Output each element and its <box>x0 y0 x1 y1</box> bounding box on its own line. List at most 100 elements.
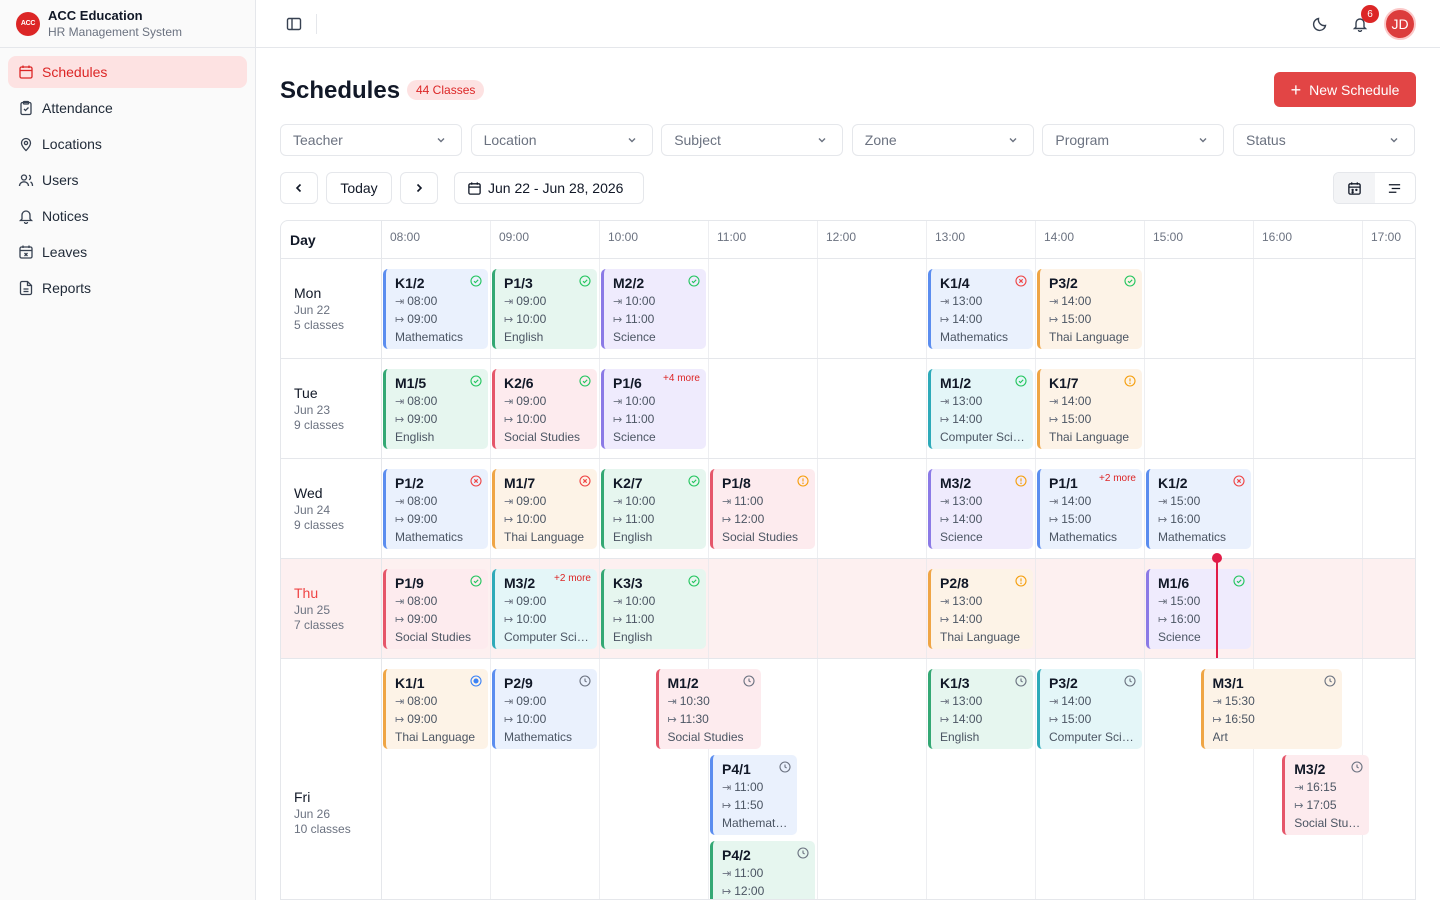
schedule-card[interactable]: P3/2 ⇥ 14:00 ↦ 15:00 Thai Language <box>1037 269 1142 349</box>
brand[interactable]: ACC ACC Education HR Management System <box>0 0 255 48</box>
new-schedule-button[interactable]: + New Schedule <box>1274 72 1416 107</box>
sidebar-item-schedules[interactable]: Schedules <box>8 56 247 88</box>
schedule-card[interactable]: K2/7 ⇥ 10:00 ↦ 11:00 English <box>601 469 706 549</box>
end-time: 09:00 <box>407 612 438 626</box>
schedule-card[interactable]: M3/1 ⇥ 15:30 ↦ 16:50 Art <box>1200 669 1342 749</box>
schedule-card[interactable]: P2/8 ⇥ 13:00 ↦ 14:00 Thai Language <box>928 569 1033 649</box>
schedule-card[interactable]: K2/6 ⇥ 09:00 ↦ 10:00 Social Studies <box>492 369 597 449</box>
login-icon: ⇥ <box>1158 596 1168 608</box>
schedule-card[interactable]: M1/6 ⇥ 15:00 ↦ 16:00 Science <box>1146 569 1251 649</box>
day-label: Thu Jun 25 7 classes <box>294 585 344 632</box>
schedule-card[interactable]: P1/3 ⇥ 09:00 ↦ 10:00 English <box>492 269 597 349</box>
schedule-card[interactable]: P4/2 ⇥ 11:00 ↦ 12:00 <box>710 841 815 899</box>
sidebar-item-locations[interactable]: Locations <box>8 128 247 160</box>
filter-zone[interactable]: Zone <box>851 124 1034 156</box>
alert-circle-icon <box>1015 475 1027 487</box>
more-classes-link[interactable]: +2 more <box>1099 473 1136 484</box>
schedule-card[interactable]: M3/2 ⇥ 16:15 ↦ 17:05 Social Studies <box>1282 755 1370 835</box>
day-label: Mon Jun 22 5 classes <box>294 285 344 332</box>
sidebar-item-notices[interactable]: Notices <box>8 200 247 232</box>
start-time: 11:00 <box>734 780 764 794</box>
start-time: 09:00 <box>516 594 547 608</box>
schedule-card[interactable]: M3/2 ⇥ 13:00 ↦ 14:00 Science <box>928 469 1033 549</box>
logout-icon: ↦ <box>395 314 405 326</box>
logout-icon: ↦ <box>1049 314 1059 326</box>
day-name: Thu <box>294 585 319 601</box>
more-classes-link[interactable]: +4 more <box>663 373 700 384</box>
end-time: 11:00 <box>625 412 655 426</box>
schedule-card[interactable]: P1/6 ⇥ 10:00 ↦ 11:00 Science +4 more <box>601 369 706 449</box>
chevron-down-icon <box>628 138 636 143</box>
today-button[interactable]: Today <box>326 172 392 204</box>
filter-status[interactable]: Status <box>1233 124 1415 156</box>
moon-icon[interactable] <box>1310 14 1330 34</box>
schedule-card[interactable]: K3/3 ⇥ 10:00 ↦ 11:00 English <box>601 569 706 649</box>
class-count-badge: 44 Classes <box>407 80 485 100</box>
filter-program[interactable]: Program <box>1042 124 1225 156</box>
end-time: 11:00 <box>625 512 655 526</box>
schedule-card[interactable]: M3/2 ⇥ 09:00 ↦ 10:00 Computer Science +2 mo… <box>492 569 597 649</box>
sidebar-nav: Schedules Attendance Locations Users Notices… <box>0 48 255 316</box>
filter-subject[interactable]: Subject <box>661 124 844 156</box>
login-icon: ⇥ <box>504 696 514 708</box>
sidebar-item-reports[interactable]: Reports <box>8 272 247 304</box>
sidebar-item-users[interactable]: Users <box>8 164 247 196</box>
schedule-card[interactable]: M2/2 ⇥ 10:00 ↦ 11:00 Science <box>601 269 706 349</box>
logout-icon: ↦ <box>722 800 732 812</box>
calendar-view-icon[interactable] <box>1334 173 1375 203</box>
hour-gridline <box>599 221 600 899</box>
bell-icon <box>18 210 34 224</box>
next-week-button[interactable] <box>400 172 438 204</box>
schedule-card[interactable]: K1/3 ⇥ 13:00 ↦ 14:00 English <box>928 669 1033 749</box>
prev-week-button[interactable] <box>280 172 318 204</box>
end-time: 10:00 <box>516 412 547 426</box>
filter-location[interactable]: Location <box>470 124 653 156</box>
sidebar-toggle-icon[interactable] <box>284 14 304 34</box>
sidebar-item-leaves[interactable]: Leaves <box>8 236 247 268</box>
more-classes-link[interactable]: +2 more <box>554 573 591 584</box>
schedule-card[interactable]: P1/1 ⇥ 14:00 ↦ 15:00 Mathematics +2 more <box>1037 469 1142 549</box>
date-range-picker[interactable]: Jun 22 - Jun 28, 2026 <box>454 172 644 204</box>
alert-circle-icon <box>1124 375 1136 387</box>
subject-name: Social Studies <box>1294 816 1370 830</box>
schedule-card[interactable]: K1/2 ⇥ 08:00 ↦ 09:00 Mathematics <box>383 269 488 349</box>
clock-icon <box>1124 675 1136 687</box>
end-time: 11:00 <box>625 312 655 326</box>
schedule-card[interactable]: P4/1 ⇥ 11:00 ↦ 11:50 Mathematics <box>710 755 797 835</box>
subject-name: Science <box>940 530 983 544</box>
schedule-card[interactable]: K1/4 ⇥ 13:00 ↦ 14:00 Mathematics <box>928 269 1033 349</box>
clock-icon <box>579 675 591 687</box>
end-time: 14:00 <box>952 512 983 526</box>
topbar <box>256 0 1440 48</box>
schedule-card[interactable]: P3/2 ⇥ 14:00 ↦ 15:00 Computer Science <box>1037 669 1142 749</box>
end-time: 09:00 <box>407 412 438 426</box>
sidebar-item-attendance[interactable]: Attendance <box>8 92 247 124</box>
login-icon: ⇥ <box>395 596 405 608</box>
schedule-card[interactable]: K1/2 ⇥ 15:00 ↦ 16:00 Mathematics <box>1146 469 1251 549</box>
schedule-card[interactable]: K1/7 ⇥ 14:00 ↦ 15:00 Thai Language <box>1037 369 1142 449</box>
clipboard-icon <box>20 100 32 116</box>
day-column-header: Day <box>290 232 316 248</box>
chevron-down-icon <box>1199 138 1207 143</box>
user-avatar[interactable]: JD <box>1384 8 1416 40</box>
logout-icon: ↦ <box>940 514 950 526</box>
schedule-card[interactable]: K1/1 ⇥ 08:00 ↦ 09:00 Thai Language <box>383 669 488 749</box>
hour-gridline <box>490 221 491 899</box>
schedule-card[interactable]: M1/2 ⇥ 13:00 ↦ 14:00 Computer Science <box>928 369 1033 449</box>
logout-icon: ↦ <box>722 886 732 898</box>
schedule-card[interactable]: M1/5 ⇥ 08:00 ↦ 09:00 English <box>383 369 488 449</box>
start-time: 13:00 <box>952 594 983 608</box>
filter-teacher[interactable]: Teacher <box>280 124 462 156</box>
end-time: 09:00 <box>407 312 438 326</box>
list-view-icon[interactable] <box>1375 173 1416 203</box>
schedule-card[interactable]: M1/2 ⇥ 10:30 ↦ 11:30 Social Studies <box>655 669 761 749</box>
schedule-grid: Day 08:00 09:00 10:00 11:00 12:00 13:00 14:00 15… <box>280 220 1416 900</box>
schedule-card[interactable]: P1/2 ⇥ 08:00 ↦ 09:00 Mathematics <box>383 469 488 549</box>
day-name: Fri <box>294 789 311 805</box>
schedule-card[interactable]: P2/9 ⇥ 09:00 ↦ 10:00 Mathematics <box>492 669 597 749</box>
schedule-card[interactable]: M1/7 ⇥ 09:00 ↦ 10:00 Thai Language <box>492 469 597 549</box>
subject-name: Mathematics <box>1158 530 1227 544</box>
schedule-card[interactable]: P1/9 ⇥ 08:00 ↦ 09:00 Social Studies <box>383 569 488 649</box>
schedule-card[interactable]: P1/8 ⇥ 11:00 ↦ 12:00 Social Studies <box>710 469 815 549</box>
subject-name: Social Studies <box>504 430 581 444</box>
